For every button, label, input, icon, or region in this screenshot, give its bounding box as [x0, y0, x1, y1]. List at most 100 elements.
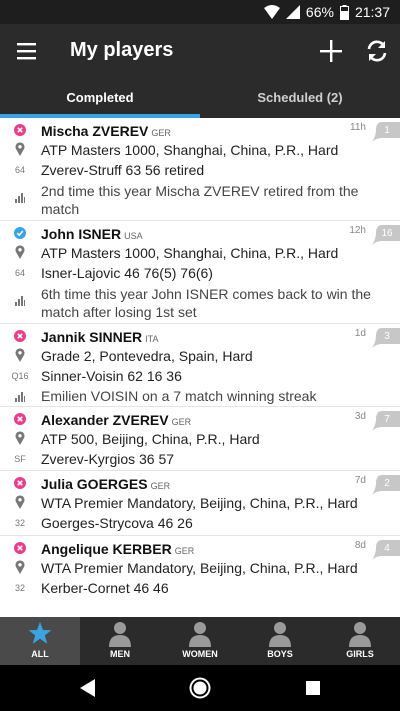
- person-icon: [109, 622, 131, 647]
- stats-bar-icon: [15, 296, 25, 306]
- tab-scheduled[interactable]: Scheduled (2): [200, 78, 400, 118]
- player-list: Mischa ZVEREV GER 11h 1 ATP Masters 1000,…: [0, 118, 400, 618]
- nav-all[interactable]: ALL: [0, 617, 80, 665]
- location-pin-icon: [15, 431, 25, 445]
- match-time: 8d: [354, 540, 366, 551]
- system-navigation-bar: [0, 665, 400, 711]
- player-name: Angelique KERBER: [41, 541, 172, 557]
- person-icon: [189, 622, 211, 647]
- signal-icon: [285, 5, 300, 19]
- battery-percent: 66%: [305, 4, 334, 20]
- round-label: 64: [14, 165, 25, 175]
- tournament-info: ATP Masters 1000, Shanghai, China, P.R.,…: [41, 142, 339, 158]
- nav-girls[interactable]: GIRLS: [320, 617, 400, 665]
- player-card[interactable]: Mischa ZVEREV GER 11h 1 ATP Masters 1000,…: [0, 118, 400, 221]
- tournament-info: Grade 2, Pontevedra, Spain, Hard: [41, 348, 253, 364]
- round-label: 32: [14, 518, 25, 528]
- player-card[interactable]: Julia GOERGES GER 7d 2 WTA Premier Mandat…: [0, 471, 400, 536]
- nav-men[interactable]: MEN: [80, 617, 160, 665]
- nav-label: ALL: [31, 649, 49, 659]
- player-country: GER: [171, 417, 192, 427]
- match-time: 7d: [354, 475, 366, 486]
- player-card[interactable]: Angelique KERBER GER 8d 4 WTA Premier Man…: [0, 536, 400, 600]
- match-result: Zverev-Struff 63 56 retired: [41, 162, 205, 178]
- location-pin-icon: [15, 142, 25, 156]
- round-label: 32: [14, 583, 25, 593]
- bottom-navigation: ALL MEN WOMEN BOYS GIRLS: [0, 617, 400, 665]
- round-label: SF: [14, 454, 26, 464]
- tab-completed[interactable]: Completed: [0, 78, 200, 118]
- comment-count: 2: [384, 478, 390, 489]
- tournament-info: WTA Premier Mandatory, Beijing, China, P…: [41, 560, 358, 576]
- location-pin-icon: [15, 560, 25, 574]
- stat-fact: 2nd time this year Mischa ZVEREV retired…: [41, 183, 359, 217]
- comment-count: 4: [384, 543, 390, 554]
- round-label: Q16: [11, 371, 29, 381]
- lost-status-icon: [14, 542, 26, 554]
- match-time: 3d: [354, 411, 366, 422]
- comment-count: 16: [381, 228, 393, 239]
- match-time: 1d: [354, 328, 366, 339]
- player-name: Jannik SINNER: [41, 329, 143, 345]
- add-icon[interactable]: [318, 38, 344, 64]
- match-result: Sinner-Voisin 62 16 36: [41, 368, 182, 384]
- player-country: USA: [124, 231, 143, 241]
- player-name: John ISNER: [41, 226, 122, 242]
- status-icons: 66% 21:37: [263, 0, 390, 24]
- battery-icon: [339, 4, 349, 20]
- player-country: GER: [151, 128, 171, 138]
- nav-boys[interactable]: BOYS: [240, 617, 320, 665]
- person-icon: [269, 622, 291, 647]
- sync-icon[interactable]: [363, 37, 391, 65]
- nav-label: BOYS: [267, 649, 293, 659]
- location-pin-icon: [15, 495, 25, 509]
- back-icon[interactable]: [80, 679, 96, 697]
- person-icon: [349, 622, 371, 647]
- stat-fact: 6th time this year John ISNER comes back…: [41, 286, 371, 320]
- match-result: Goerges-Strycova 46 26: [41, 515, 193, 531]
- star-icon: [28, 622, 52, 644]
- nav-label: GIRLS: [346, 649, 374, 659]
- location-pin-icon: [15, 348, 25, 362]
- comment-count: 3: [384, 331, 390, 342]
- stats-bar-icon: [15, 193, 25, 203]
- nav-label: MEN: [110, 649, 130, 659]
- match-time: 11h: [350, 122, 366, 133]
- player-card[interactable]: John ISNER USA 12h 16 ATP Masters 1000, S…: [0, 221, 400, 324]
- player-country: GER: [150, 481, 171, 491]
- lost-status-icon: [14, 413, 26, 425]
- recents-icon[interactable]: [306, 681, 320, 695]
- player-country: GER: [174, 546, 195, 556]
- tab-bar: Completed Scheduled (2): [0, 78, 400, 118]
- location-pin-icon: [15, 245, 25, 259]
- match-result: Isner-Lajovic 46 76(5) 76(6): [41, 265, 213, 281]
- home-icon[interactable]: [189, 677, 211, 699]
- player-name: Julia GOERGES: [41, 476, 148, 492]
- player-name: Alexander ZVEREV: [41, 412, 169, 428]
- nav-label: WOMEN: [182, 649, 218, 659]
- stats-bar-icon: [15, 392, 25, 402]
- page-title: My players: [70, 39, 174, 61]
- player-card[interactable]: Alexander ZVEREV GER 3d 7 ATP 500, Beijin…: [0, 407, 400, 471]
- player-card[interactable]: Jannik SINNER ITA 1d 3 Grade 2, Pontevedr…: [0, 324, 400, 407]
- comment-count: 1: [384, 125, 390, 136]
- stat-fact: Emilien VOISIN on a 7 match winning stre…: [41, 388, 317, 404]
- tournament-info: ATP Masters 1000, Shanghai, China, P.R.,…: [41, 245, 339, 261]
- status-bar: 66% 21:37: [0, 0, 400, 24]
- won-status-icon: [14, 227, 26, 239]
- tournament-info: ATP 500, Beijing, China, P.R., Hard: [41, 431, 260, 447]
- match-result: Kerber-Cornet 46 46: [41, 580, 169, 596]
- lost-status-icon: [14, 477, 26, 489]
- hamburger-menu-icon[interactable]: [16, 40, 38, 62]
- clock: 21:37: [354, 4, 390, 20]
- player-country: ITA: [145, 334, 159, 344]
- player-name: Mischa ZVEREV: [41, 123, 149, 139]
- lost-status-icon: [14, 124, 26, 136]
- round-label: 64: [14, 268, 25, 278]
- lost-status-icon: [14, 330, 26, 342]
- nav-women[interactable]: WOMEN: [160, 617, 240, 665]
- match-time: 12h: [349, 225, 366, 236]
- match-result: Zverev-Kyrgios 36 57: [41, 451, 175, 467]
- comment-count: 7: [384, 414, 390, 425]
- app-bar: My players: [0, 24, 400, 78]
